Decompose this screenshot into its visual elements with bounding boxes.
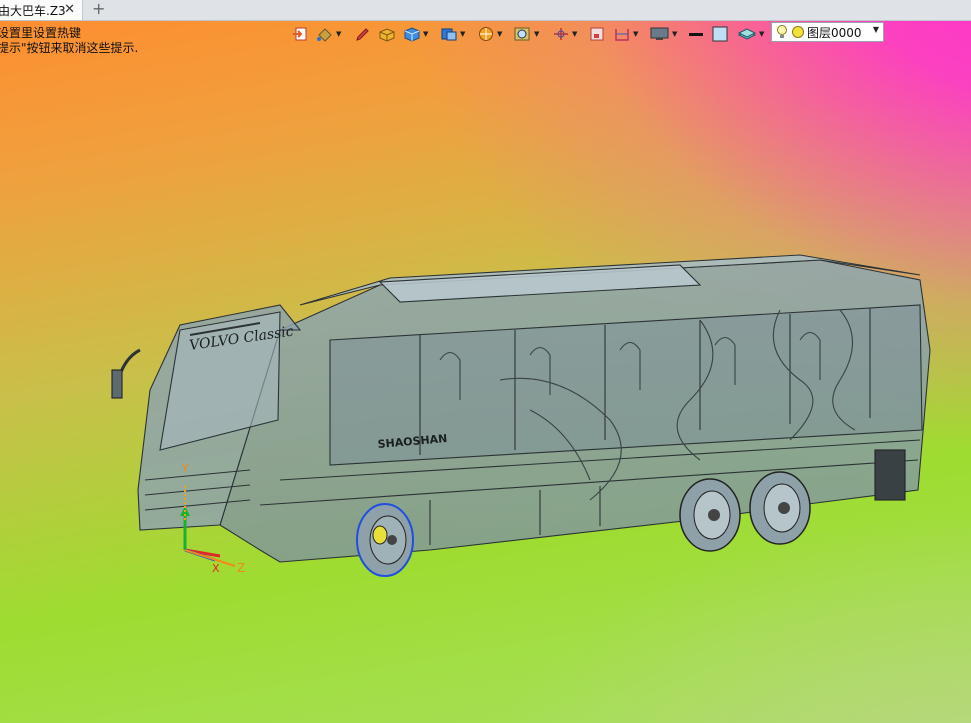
box-shade-icon[interactable] xyxy=(378,24,396,44)
tab-title: 由大巴车.Z3 xyxy=(0,3,66,18)
line-width-icon[interactable] xyxy=(688,24,704,44)
tab-bar: 由大巴车.Z3 ✕ + xyxy=(0,0,971,21)
section-icon[interactable]: ▼ xyxy=(613,24,638,44)
chevron-down-icon[interactable]: ▼ xyxy=(873,25,879,34)
axis-label-x: X xyxy=(212,562,220,575)
bulb-icon[interactable] xyxy=(776,24,788,40)
layer-select[interactable]: 图层0000 ▼ xyxy=(771,22,884,42)
pen-icon[interactable] xyxy=(355,24,369,44)
paint-bucket-icon[interactable]: ▼ xyxy=(316,24,341,44)
hint-line-2: 提示"按钮来取消这些提示. xyxy=(0,41,139,55)
layer-color-dot-icon xyxy=(792,26,804,38)
layer-stack-icon[interactable]: ▼ xyxy=(737,24,764,44)
rear-wheel-1 xyxy=(679,478,741,552)
monitor-icon[interactable]: ▼ xyxy=(650,24,677,44)
color-swatch-icon[interactable] xyxy=(712,24,728,44)
frame-icon[interactable] xyxy=(589,24,605,44)
rear-wheel-2 xyxy=(749,471,811,545)
sphere-icon[interactable]: ▼ xyxy=(477,24,502,44)
model-viewport[interactable]: VOLVO Classic SHAOSHAN Y X Z xyxy=(100,250,940,590)
cube-icon[interactable]: ▼ xyxy=(403,24,428,44)
exit-icon[interactable] xyxy=(292,24,308,44)
zoom-icon[interactable]: ▼ xyxy=(514,24,539,44)
front-wheel xyxy=(356,503,414,577)
axis-icon[interactable]: ▼ xyxy=(552,24,577,44)
tab-document[interactable]: 由大巴车.Z3 ✕ xyxy=(0,0,83,20)
axis-label-y: Y xyxy=(181,462,189,475)
axis-label-z: Z xyxy=(237,561,245,575)
close-icon[interactable]: ✕ xyxy=(64,2,75,17)
layer-value: 图层0000 xyxy=(807,25,862,40)
view-cube-icon[interactable]: ▼ xyxy=(440,24,465,44)
add-tab-icon[interactable]: + xyxy=(92,0,105,18)
